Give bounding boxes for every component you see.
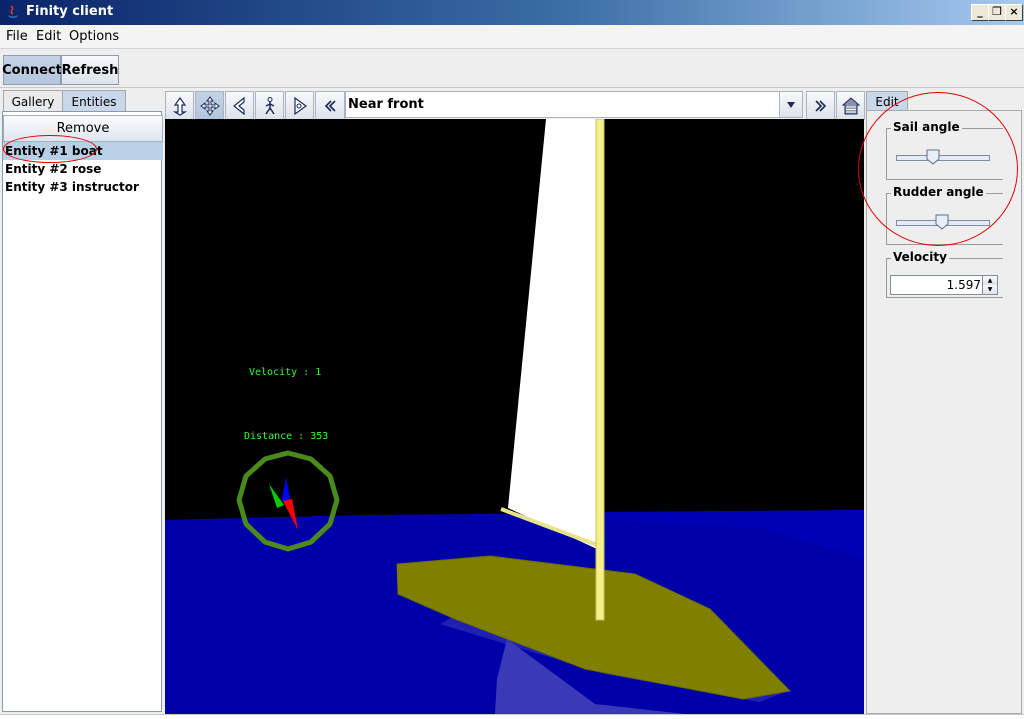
list-item-entity-instructor[interactable]: Entity #3 instructor bbox=[3, 178, 163, 196]
previous-viewpoint-icon[interactable] bbox=[315, 91, 345, 120]
spinner-up-icon[interactable]: ▲ bbox=[982, 276, 997, 285]
menu-edit[interactable]: Edit bbox=[36, 29, 61, 44]
refresh-button[interactable]: Refresh bbox=[61, 55, 119, 85]
velocity-label: Velocity bbox=[891, 250, 949, 264]
viewpoint-select-value: Near front bbox=[348, 97, 424, 112]
walk-view-icon[interactable] bbox=[255, 91, 284, 120]
main-toolbar: Connect Refresh bbox=[0, 50, 1024, 88]
title-bar: Finity client _ ❐ × bbox=[0, 0, 1024, 25]
menu-options[interactable]: Options bbox=[69, 29, 119, 44]
rudder-angle-group: Rudder angle bbox=[886, 185, 1003, 245]
sail-angle-track[interactable] bbox=[896, 155, 990, 161]
examine-view-icon[interactable] bbox=[285, 91, 314, 120]
tab-edit[interactable]: Edit bbox=[866, 91, 908, 111]
velocity-value: 1.597 bbox=[946, 278, 981, 292]
tab-gallery[interactable]: Gallery bbox=[3, 90, 63, 112]
spinner-down-icon[interactable]: ▼ bbox=[982, 285, 997, 294]
status-bar bbox=[0, 714, 1024, 719]
menu-bar: File Edit Options bbox=[0, 25, 1024, 49]
hud-velocity: Velocity : 1 bbox=[249, 367, 321, 378]
3d-scene-view[interactable]: Velocity : 1 Distance : 353 bbox=[165, 119, 864, 714]
list-item-entity-rose[interactable]: Entity #2 rose bbox=[3, 160, 163, 178]
rudder-angle-slider-thumb[interactable] bbox=[935, 214, 949, 230]
java-app-icon bbox=[8, 5, 18, 18]
sail-angle-slider-thumb[interactable] bbox=[926, 149, 940, 165]
home-viewpoint-icon[interactable] bbox=[836, 91, 865, 120]
boat-mast bbox=[595, 119, 605, 621]
fly-view-icon[interactable] bbox=[225, 91, 254, 120]
hud-distance: Distance : 353 bbox=[244, 431, 328, 442]
pan-view-icon[interactable] bbox=[195, 91, 224, 120]
close-icon[interactable]: × bbox=[1005, 4, 1023, 21]
list-item-entity-boat[interactable]: Entity #1 boat bbox=[3, 142, 163, 160]
window-title: Finity client bbox=[26, 4, 114, 19]
next-viewpoint-icon[interactable] bbox=[806, 91, 835, 120]
connect-button[interactable]: Connect bbox=[2, 55, 62, 85]
velocity-group: Velocity 1.597 ▲ ▼ bbox=[886, 250, 1003, 298]
rudder-angle-label: Rudder angle bbox=[891, 185, 986, 199]
sail-angle-label: Sail angle bbox=[891, 120, 962, 134]
viewpoint-select[interactable]: Near front bbox=[345, 91, 803, 118]
rotate-view-icon[interactable] bbox=[165, 91, 194, 120]
sail-angle-group: Sail angle bbox=[886, 120, 1003, 180]
tab-entities[interactable]: Entities bbox=[62, 90, 126, 112]
edit-panel: Sail angle Rudder angle Velocity 1.597 ▲… bbox=[866, 110, 1022, 714]
remove-button[interactable]: Remove bbox=[3, 115, 163, 142]
entities-panel: Remove Entity #1 boat Entity #2 rose Ent… bbox=[2, 111, 163, 712]
viewer-toolbar: Near front bbox=[165, 90, 865, 120]
menu-file[interactable]: File bbox=[6, 29, 28, 44]
velocity-spinner[interactable]: 1.597 ▲ ▼ bbox=[890, 275, 998, 295]
restore-icon[interactable]: ❐ bbox=[988, 4, 1006, 21]
minimize-icon[interactable]: _ bbox=[971, 4, 989, 21]
chevron-down-icon[interactable] bbox=[779, 92, 802, 117]
